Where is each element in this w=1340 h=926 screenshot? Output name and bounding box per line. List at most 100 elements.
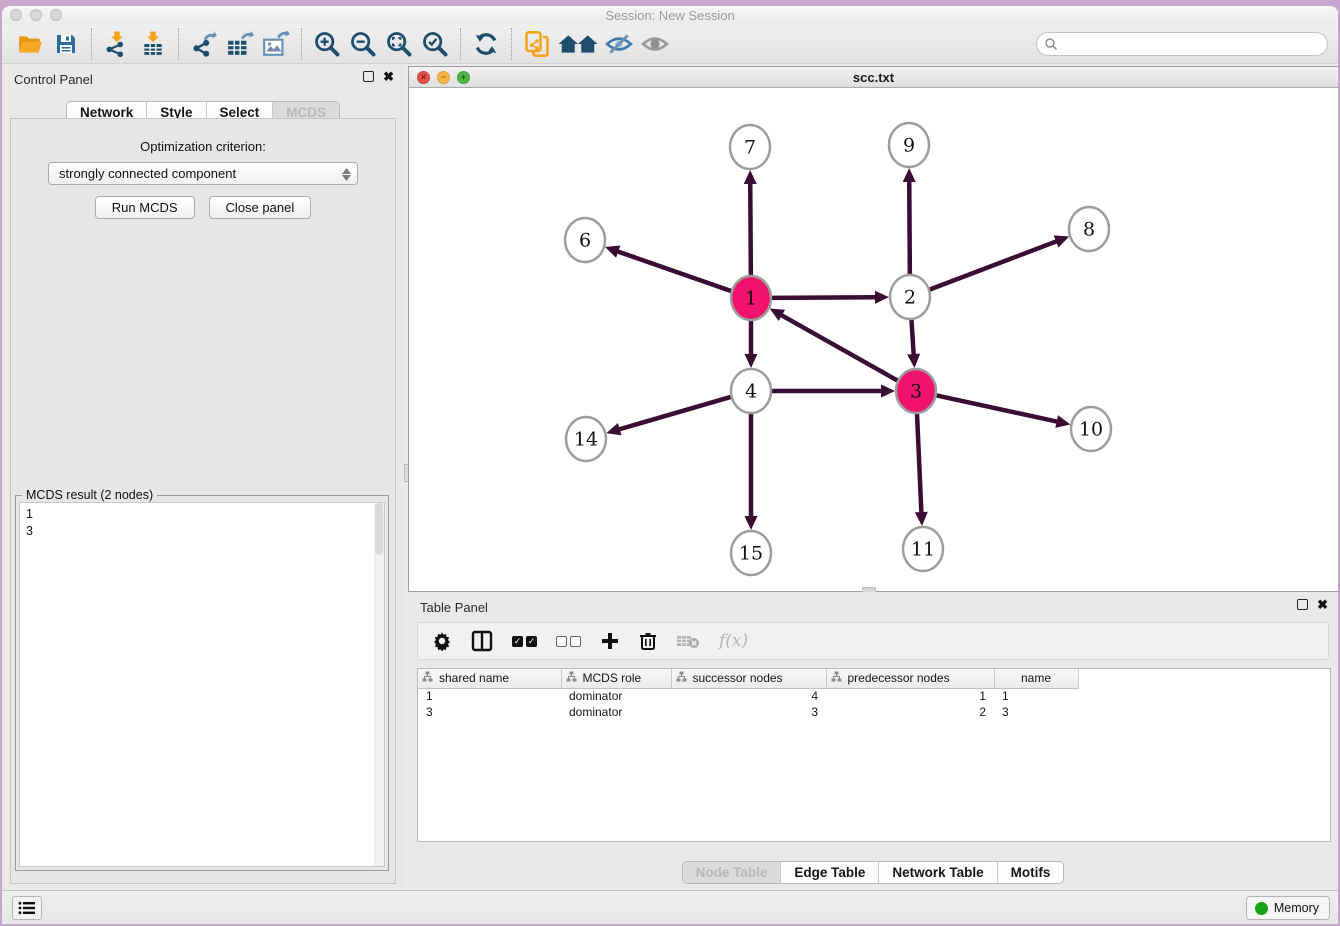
deselect-all-checks-icon[interactable] — [556, 636, 581, 647]
float-table-panel-icon[interactable] — [1297, 599, 1308, 610]
function-builder-icon: f(x) — [719, 631, 748, 651]
network-canvas[interactable]: 7968124314101511 — [409, 88, 1338, 591]
edge-arrow-icon — [606, 423, 621, 435]
node-table[interactable]: shared nameMCDS rolesuccessor nodesprede… — [417, 668, 1331, 842]
edge-3-1[interactable] — [780, 314, 897, 380]
edge-arrow-icon — [1055, 415, 1070, 428]
select-all-checks-icon[interactable]: ✓✓ — [512, 636, 537, 647]
node-label-9: 9 — [903, 135, 915, 157]
memory-label: Memory — [1274, 901, 1319, 915]
open-session-icon[interactable] — [12, 28, 48, 60]
table-toolbar: ✓✓ f(x) — [417, 622, 1329, 660]
table-row[interactable]: 3dominator323 — [418, 704, 1078, 720]
add-column-icon[interactable] — [600, 631, 620, 651]
memory-button[interactable]: Memory — [1246, 896, 1330, 920]
edge-2-9[interactable] — [909, 180, 910, 274]
task-history-button[interactable] — [12, 896, 42, 920]
import-table-icon[interactable] — [135, 28, 171, 60]
table-cell[interactable]: dominator — [561, 688, 671, 704]
hide-selected-icon[interactable] — [601, 28, 637, 60]
float-panel-icon[interactable] — [363, 71, 374, 82]
edge-arrow-icon — [1054, 235, 1069, 247]
delete-column-icon[interactable] — [639, 631, 657, 651]
import-network-icon[interactable] — [99, 28, 135, 60]
node-label-1: 1 — [745, 288, 757, 310]
node-label-3: 3 — [910, 381, 922, 403]
table-cell[interactable]: 4 — [671, 688, 826, 704]
zoom-fit-icon[interactable] — [381, 28, 417, 60]
search-box — [1036, 32, 1328, 56]
edge-arrow-icon — [903, 168, 916, 182]
close-panel-button[interactable]: Close panel — [209, 196, 312, 219]
minimize-window-icon[interactable] — [30, 9, 42, 21]
edge-3-10[interactable] — [937, 395, 1059, 422]
table-cell[interactable]: 3 — [994, 704, 1078, 720]
node-label-2: 2 — [904, 287, 916, 309]
close-network-icon[interactable]: × — [417, 71, 430, 84]
table-cell[interactable]: 1 — [826, 688, 994, 704]
edge-arrow-icon — [881, 385, 895, 398]
minimize-network-icon[interactable]: − — [437, 71, 450, 84]
column-header-name[interactable]: name — [994, 669, 1078, 688]
app-titlebar: Session: New Session — [2, 6, 1338, 24]
network-window-title: scc.txt — [409, 67, 1338, 88]
show-column-icon[interactable] — [471, 630, 493, 652]
delete-table-icon — [676, 632, 700, 650]
tab-edge-table[interactable]: Edge Table — [780, 862, 878, 883]
save-session-icon[interactable] — [48, 28, 84, 60]
edge-1-7[interactable] — [750, 182, 751, 275]
toolbar-separator — [301, 28, 302, 60]
close-panel-icon[interactable]: ✖ — [383, 71, 394, 82]
zoom-window-icon[interactable] — [50, 9, 62, 21]
attribute-settings-icon[interactable] — [432, 631, 452, 651]
column-header-MCDS-role[interactable]: MCDS role — [561, 669, 671, 688]
home-view-icon[interactable] — [555, 28, 601, 60]
table-cell[interactable]: dominator — [561, 704, 671, 720]
edge-arrow-icon — [744, 170, 757, 184]
close-table-panel-icon[interactable]: ✖ — [1317, 599, 1328, 610]
edge-1-6[interactable] — [616, 251, 731, 291]
column-header-predecessor-nodes[interactable]: predecessor nodes — [826, 669, 994, 688]
run-mcds-button[interactable]: Run MCDS — [95, 196, 195, 219]
table-cell[interactable]: 1 — [418, 688, 561, 704]
zoom-out-icon[interactable] — [345, 28, 381, 60]
maximize-network-icon[interactable]: + — [457, 71, 470, 84]
result-scrollbar[interactable] — [374, 503, 384, 866]
criterion-select[interactable]: strongly connected component — [48, 162, 358, 185]
tab-node-table[interactable]: Node Table — [683, 862, 781, 883]
toolbar-separator — [178, 28, 179, 60]
edge-2-3[interactable] — [911, 320, 913, 356]
column-header-successor-nodes[interactable]: successor nodes — [671, 669, 826, 688]
export-table-icon[interactable] — [222, 28, 258, 60]
node-label-8: 8 — [1083, 219, 1095, 241]
show-all-icon[interactable] — [637, 28, 673, 60]
edge-1-2[interactable] — [772, 297, 877, 298]
table-cell[interactable]: 1 — [994, 688, 1078, 704]
tab-network-table[interactable]: Network Table — [878, 862, 996, 883]
search-input[interactable] — [1036, 32, 1328, 56]
table-cell[interactable]: 3 — [418, 704, 561, 720]
edge-2-8[interactable] — [930, 241, 1058, 290]
node-label-15: 15 — [739, 543, 763, 565]
list-icon — [18, 901, 36, 915]
column-header-shared-name[interactable]: shared name — [418, 669, 561, 688]
export-image-icon[interactable] — [258, 28, 294, 60]
zoom-in-icon[interactable] — [309, 28, 345, 60]
tab-motifs[interactable]: Motifs — [997, 862, 1064, 883]
mcds-result-text[interactable]: 13 — [19, 502, 385, 867]
export-network-icon[interactable] — [186, 28, 222, 60]
network-window-titlebar: × − + scc.txt — [409, 67, 1338, 88]
status-bar: Memory — [2, 890, 1338, 924]
edge-4-14[interactable] — [618, 397, 731, 430]
table-cell[interactable]: 3 — [671, 704, 826, 720]
edge-3-11[interactable] — [917, 414, 921, 514]
criterion-value: strongly connected component — [59, 166, 236, 181]
edge-arrow-icon — [907, 354, 920, 368]
node-label-6: 6 — [579, 230, 591, 252]
table-row[interactable]: 1dominator411 — [418, 688, 1078, 704]
zoom-selected-icon[interactable] — [417, 28, 453, 60]
close-window-icon[interactable] — [10, 9, 22, 21]
duplicate-network-icon[interactable] — [519, 28, 555, 60]
table-cell[interactable]: 2 — [826, 704, 994, 720]
refresh-view-icon[interactable] — [468, 28, 504, 60]
